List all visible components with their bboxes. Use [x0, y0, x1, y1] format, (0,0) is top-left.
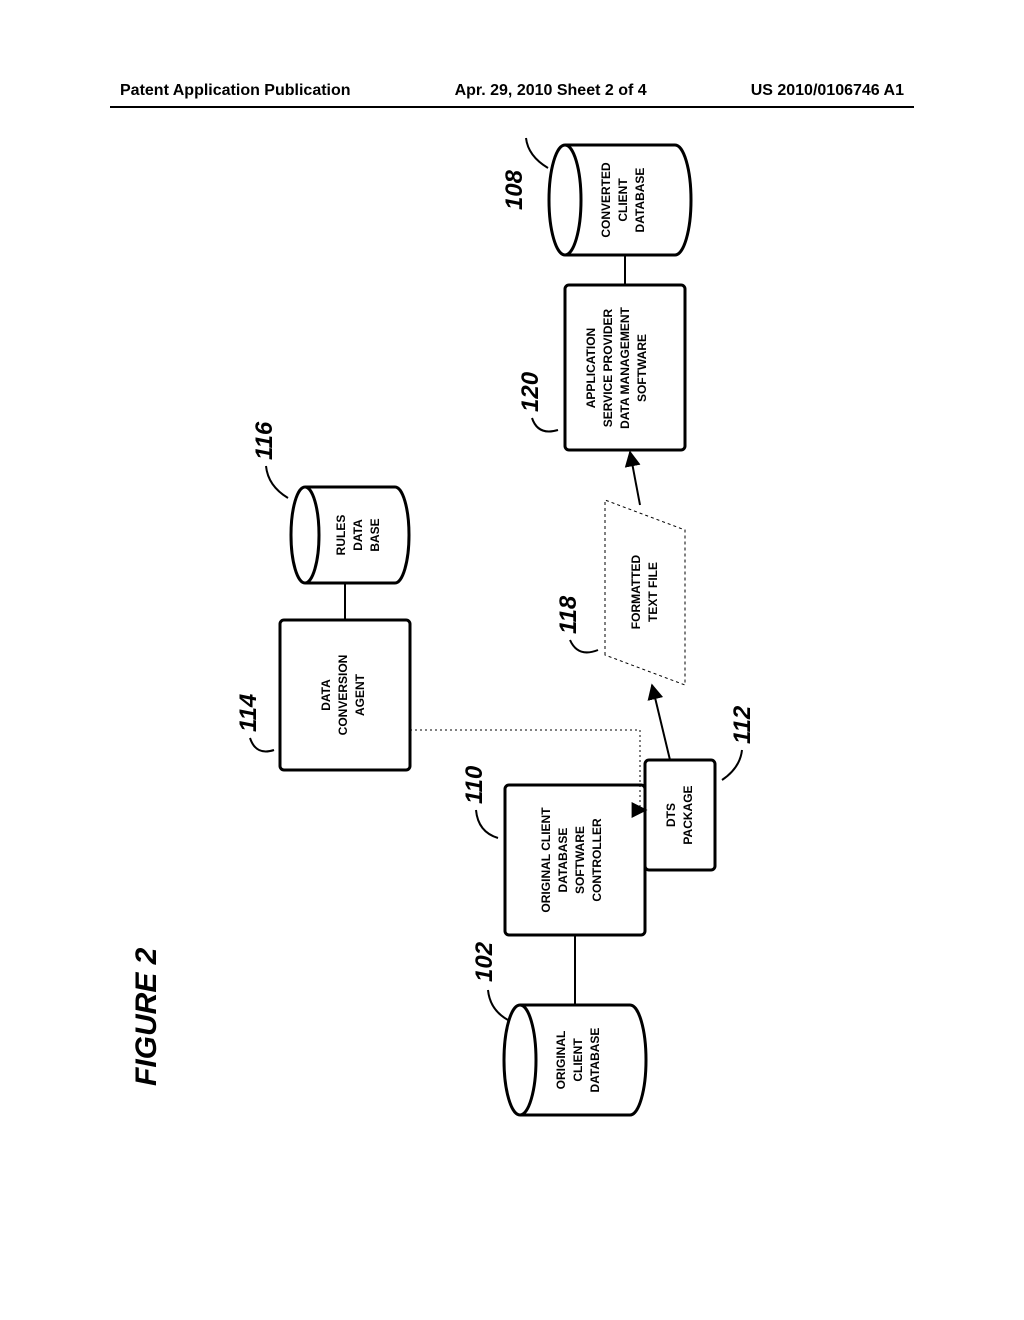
svg-text:102: 102 [471, 941, 498, 982]
svg-text:ORIGINAL CLIENT: ORIGINAL CLIENT [539, 807, 553, 913]
svg-text:116: 116 [251, 421, 278, 460]
svg-text:110: 110 [461, 765, 488, 804]
svg-text:118: 118 [555, 595, 582, 634]
svg-text:ORIGINAL: ORIGINAL [554, 1031, 568, 1090]
svg-text:112: 112 [729, 705, 756, 744]
svg-text:DATA: DATA [351, 519, 365, 551]
svg-text:CLIENT: CLIENT [571, 1038, 585, 1082]
svg-text:DATABASE: DATABASE [588, 1028, 602, 1093]
svg-text:RULES: RULES [334, 515, 348, 556]
node-rules-database: RULES DATA BASE 116 [251, 421, 409, 583]
header-rule [110, 106, 914, 108]
svg-text:DATABASE: DATABASE [633, 168, 647, 233]
node-converted-client-database: CONVERTED CLIENT DATABASE 108 [501, 138, 691, 255]
svg-text:114: 114 [235, 694, 262, 732]
page-header: Patent Application Publication Apr. 29, … [0, 82, 1024, 100]
node-asp-software: APPLICATION SERVICE PROVIDER DATA MANAGE… [517, 285, 685, 450]
node-data-conversion-agent: DATA CONVERSION AGENT 114 [235, 620, 410, 770]
header-center: Apr. 29, 2010 Sheet 2 of 4 [455, 82, 647, 100]
svg-text:DATA MANAGEMENT: DATA MANAGEMENT [618, 306, 632, 428]
node-dts-package: DTS PACKAGE 112 [645, 705, 756, 870]
svg-text:TEXT FILE: TEXT FILE [646, 562, 660, 622]
svg-text:108: 108 [501, 169, 528, 210]
node-controller: ORIGINAL CLIENT DATABASE SOFTWARE CONTRO… [461, 765, 645, 935]
figure-label: FIGURE 2 [130, 948, 164, 1086]
svg-text:120: 120 [517, 371, 544, 412]
svg-text:CLIENT: CLIENT [616, 178, 630, 222]
svg-text:CONVERSION: CONVERSION [336, 655, 350, 736]
node-formatted-text-file: FORMATTED TEXT FILE 118 [555, 500, 685, 685]
svg-text:SERVICE PROVIDER: SERVICE PROVIDER [601, 308, 615, 427]
svg-text:DTS: DTS [664, 803, 678, 827]
svg-text:APPLICATION: APPLICATION [584, 328, 598, 408]
node-original-client-database: ORIGINAL CLIENT DATABASE 102 [471, 941, 646, 1115]
svg-text:SOFTWARE: SOFTWARE [573, 826, 587, 894]
header-left: Patent Application Publication [120, 82, 351, 100]
svg-text:DATA: DATA [319, 679, 333, 711]
svg-text:SOFTWARE: SOFTWARE [635, 334, 649, 402]
svg-text:CONTROLLER: CONTROLLER [590, 818, 604, 902]
svg-text:PACKAGE: PACKAGE [681, 785, 695, 844]
svg-text:DATABASE: DATABASE [556, 828, 570, 893]
svg-text:CONVERTED: CONVERTED [599, 162, 613, 238]
svg-text:FORMATTED: FORMATTED [629, 554, 643, 629]
svg-text:AGENT: AGENT [353, 673, 367, 716]
svg-text:BASE: BASE [368, 518, 382, 551]
header-right: US 2010/0106746 A1 [751, 82, 904, 100]
